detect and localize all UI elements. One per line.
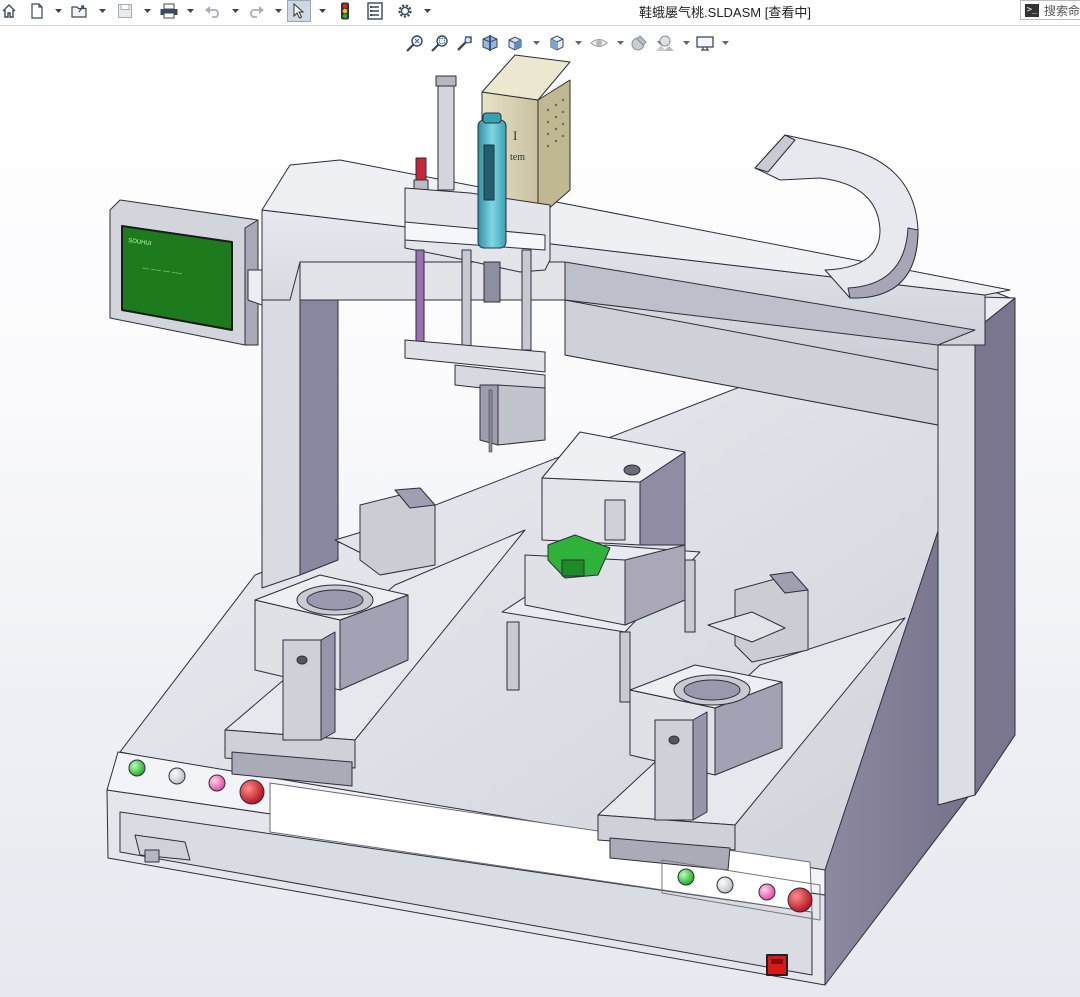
- print-dropdown-caret[interactable]: [186, 1, 194, 21]
- document-title: 鞋蛾屡气桃.SLDASM [查看中]: [639, 5, 811, 20]
- print-icon[interactable]: [158, 1, 180, 21]
- command-prompt-icon: >_: [1025, 3, 1039, 17]
- right-upright-side: [974, 297, 1016, 796]
- controller-box-label2: tem: [510, 152, 525, 163]
- right-button-pink: [758, 883, 776, 901]
- z-axis-motor: [497, 384, 546, 446]
- title-bar: 鞋蛾屡气桃.SLDASM [查看中] >_ 搜索命: [0, 0, 1080, 26]
- rebuild-traffic-light-icon[interactable]: [337, 1, 353, 21]
- air-cylinder: [437, 79, 455, 191]
- undo-icon[interactable]: [202, 1, 224, 21]
- power-rocker-switch: [766, 954, 788, 976]
- save-icon[interactable]: [115, 1, 135, 21]
- search-placeholder: 搜索命: [1043, 3, 1080, 18]
- controller-box-label: I: [513, 128, 517, 143]
- redo-dropdown-caret[interactable]: [274, 1, 282, 21]
- left-button-pink: [208, 774, 226, 792]
- dispensing-needle: [488, 389, 493, 453]
- new-dropdown-caret[interactable]: [54, 1, 62, 21]
- right-start-button-green: [677, 868, 695, 886]
- cad-model-assembly[interactable]: SOUHUI ~~ ~~~ ~~ ~~~ I tem: [0, 26, 1080, 997]
- left-fixture-post: [282, 639, 322, 741]
- options-dropdown-caret[interactable]: [423, 1, 431, 21]
- right-emergency-stop-red: [787, 887, 813, 913]
- open-dropdown-caret[interactable]: [98, 1, 106, 21]
- home-icon[interactable]: [0, 1, 18, 21]
- right-upright-front: [937, 329, 976, 806]
- select-arrow-icon[interactable]: [287, 0, 311, 22]
- new-document-icon[interactable]: [28, 1, 46, 21]
- undo-dropdown-caret[interactable]: [231, 1, 239, 21]
- right-fixture-post: [654, 719, 694, 821]
- save-dropdown-caret[interactable]: [143, 1, 151, 21]
- select-dropdown-caret[interactable]: [318, 1, 326, 21]
- graphics-area[interactable]: SOUHUI ~~ ~~~ ~~ ~~~ I tem: [0, 26, 1080, 997]
- left-start-button-green: [128, 759, 146, 777]
- file-properties-icon[interactable]: [364, 1, 386, 21]
- right-button-white: [716, 876, 734, 894]
- purple-guide-rod: [415, 249, 425, 346]
- redo-icon[interactable]: [245, 1, 267, 21]
- open-folder-icon[interactable]: [70, 1, 90, 21]
- search-commands-box[interactable]: >_ 搜索命: [1020, 0, 1080, 20]
- left-emergency-stop-red: [239, 779, 265, 805]
- options-gear-icon[interactable]: [394, 1, 416, 21]
- left-button-white: [168, 767, 186, 785]
